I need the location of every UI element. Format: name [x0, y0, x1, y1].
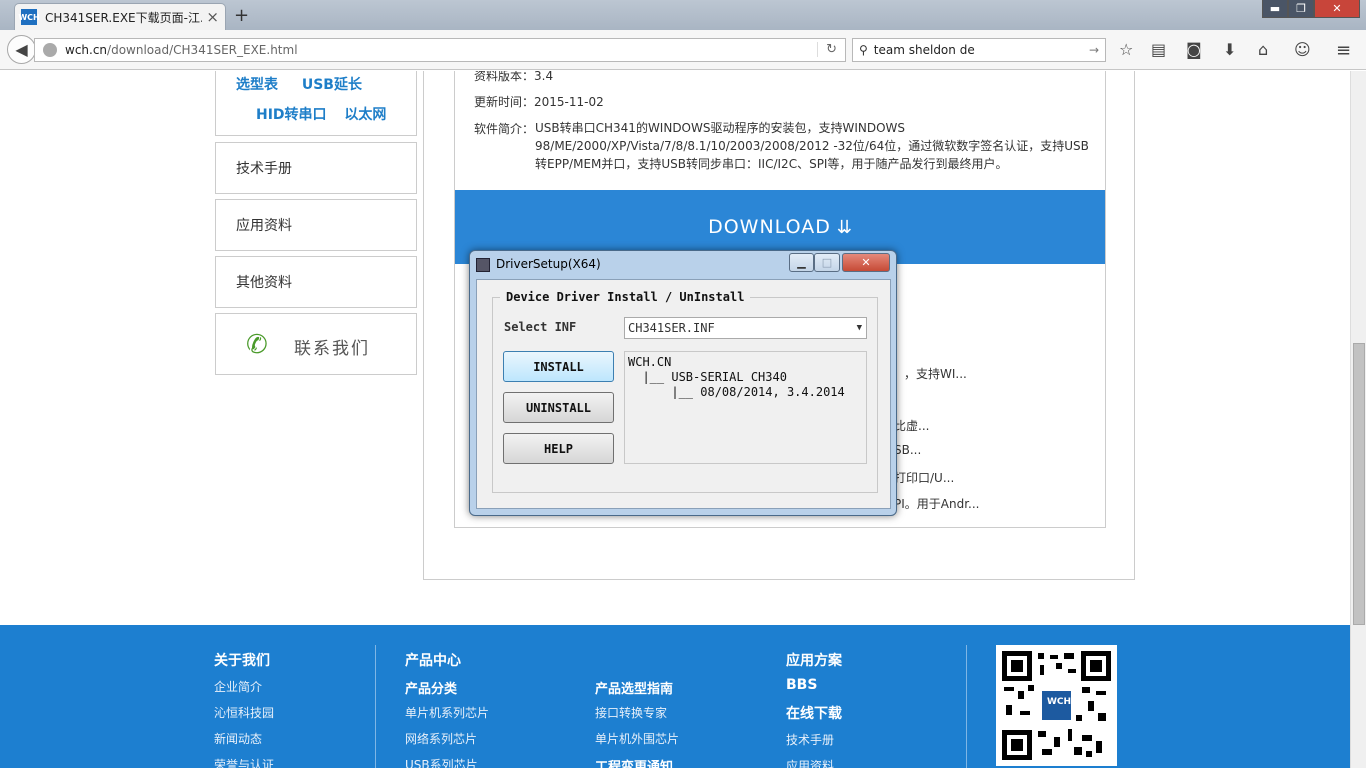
- footer-link[interactable]: 单片机系列芯片: [405, 704, 489, 721]
- browser-navbar: ◀ wch.cn/download/CH341SER_EXE.html ↻ ⚲ …: [0, 30, 1366, 70]
- dialog-title: DriverSetup(X64): [476, 257, 601, 272]
- back-button[interactable]: ◀: [7, 35, 36, 64]
- bookmark-star-icon[interactable]: ☆: [1119, 40, 1133, 59]
- app-icon: [476, 257, 490, 272]
- install-button[interactable]: INSTALL: [503, 351, 614, 382]
- footer-download-link[interactable]: 在线下载: [786, 703, 842, 723]
- reload-icon[interactable]: ↻: [817, 42, 837, 57]
- related-item-text[interactable]: 打印口/U...: [894, 469, 954, 486]
- tab-title: CH341SER.EXE下载页面-江...: [45, 10, 203, 25]
- site-footer: 关于我们 企业简介 沁恒科技园 新闻动态 荣誉与认证 产品中心 产品分类 单片机…: [0, 625, 1350, 768]
- footer-divider: [375, 645, 376, 768]
- driver-info-box: WCH.CN |__ USB-SERIAL CH340 |__ 08/08/20…: [624, 351, 867, 464]
- footer-subheading[interactable]: 产品分类: [405, 678, 457, 697]
- window-minimize-button[interactable]: ▬: [1262, 0, 1288, 18]
- dialog-minimize-button[interactable]: ▁: [789, 253, 814, 272]
- qr-logo: WCH: [1047, 697, 1072, 707]
- select-inf-label: Select INF: [504, 320, 577, 334]
- phone-icon: ✆: [246, 330, 268, 360]
- footer-link[interactable]: 企业简介: [214, 678, 262, 695]
- sidebar-item-label: 应用资料: [236, 218, 292, 234]
- site-info-icon[interactable]: [43, 43, 57, 57]
- new-tab-button[interactable]: +: [234, 5, 249, 26]
- dialog-maximize-button[interactable]: □: [814, 253, 840, 272]
- address-bar[interactable]: wch.cn/download/CH341SER_EXE.html ↻: [34, 38, 846, 62]
- menu-icon[interactable]: ≡: [1336, 40, 1351, 61]
- updated-row: 更新时间：2015-11-02: [474, 95, 604, 109]
- help-button[interactable]: HELP: [503, 433, 614, 464]
- sidebar-item-other[interactable]: 其他资料: [215, 256, 417, 308]
- browser-titlebar: WCH CH341SER.EXE下载页面-江... × + ▬ ❐ ✕: [0, 0, 1366, 30]
- driver-setup-dialog: DriverSetup(X64) ▁ □ ✕ Device Driver Ins…: [469, 250, 897, 516]
- footer-about-heading[interactable]: 关于我们: [214, 650, 270, 670]
- search-icon: ⚲: [859, 43, 868, 57]
- sidebar-item-label: 技术手册: [236, 161, 292, 177]
- download-label: DOWNLOAD: [708, 216, 831, 238]
- download-arrow-icon: ⇊: [836, 216, 852, 238]
- browser-tab-active[interactable]: WCH CH341SER.EXE下载页面-江... ×: [14, 3, 226, 30]
- uninstall-button[interactable]: UNINSTALL: [503, 392, 614, 423]
- search-bar[interactable]: ⚲ team sheldon de →: [852, 38, 1106, 62]
- version-row: 资料版本：3.4: [474, 71, 554, 83]
- scrollbar-thumb[interactable]: [1353, 343, 1365, 625]
- summary-text: USB转串口CH341的WINDOWS驱动程序的安装包，支持WINDOWS 98…: [535, 121, 1089, 171]
- search-go-icon[interactable]: →: [1089, 43, 1099, 57]
- summary-label: 软件简介：: [474, 122, 535, 136]
- related-item-text[interactable]: PI。用于Andr...: [894, 495, 979, 512]
- downloads-icon[interactable]: ⬇: [1223, 40, 1236, 59]
- link-hid-serial[interactable]: HID转串口: [256, 107, 327, 123]
- close-tab-icon[interactable]: ×: [206, 8, 219, 26]
- pocket-icon[interactable]: ◙: [1186, 40, 1202, 59]
- sidebar-item-app-notes[interactable]: 应用资料: [215, 199, 417, 251]
- footer-link[interactable]: 沁恒科技园: [214, 704, 274, 721]
- related-item-text[interactable]: ，支持WI...: [904, 365, 967, 382]
- dialog-close-button[interactable]: ✕: [842, 253, 890, 272]
- hello-icon[interactable]: ☺: [1294, 40, 1311, 59]
- chevron-down-icon: ▼: [856, 323, 862, 333]
- footer-link[interactable]: 应用资料: [786, 757, 834, 768]
- window-close-button[interactable]: ✕: [1314, 0, 1360, 18]
- arrow-left-icon: ◀: [15, 40, 28, 59]
- group-label: Device Driver Install / UnInstall: [500, 290, 751, 304]
- footer-link[interactable]: 荣誉与认证: [214, 756, 274, 768]
- site-favicon: WCH: [18, 9, 40, 25]
- sidebar-item-tech-manual[interactable]: 技术手册: [215, 142, 417, 194]
- sidebar-link-box: 选型表 USB延长 HID转串口 以太网: [215, 71, 417, 136]
- reading-list-icon[interactable]: ▤: [1151, 40, 1166, 59]
- footer-products-heading[interactable]: 产品中心: [405, 650, 461, 670]
- inf-select[interactable]: CH341SER.INF ▼: [624, 317, 867, 339]
- link-ethernet[interactable]: 以太网: [344, 107, 386, 123]
- search-input[interactable]: team sheldon de: [874, 43, 975, 57]
- footer-link[interactable]: 网络系列芯片: [405, 730, 477, 747]
- footer-link[interactable]: 技术手册: [786, 731, 834, 748]
- url-text: wch.cn/download/CH341SER_EXE.html: [65, 43, 298, 57]
- related-item-text[interactable]: 比虚...: [894, 417, 929, 434]
- window-maximize-button[interactable]: ❐: [1288, 0, 1314, 18]
- page-scrollbar[interactable]: [1350, 71, 1366, 768]
- footer-subheading[interactable]: 工程变更通知: [595, 756, 673, 768]
- qr-code: WCH: [996, 645, 1117, 766]
- sidebar-item-label: 其他资料: [236, 275, 292, 291]
- footer-link[interactable]: 单片机外围芯片: [595, 730, 679, 747]
- footer-subheading[interactable]: 产品选型指南: [595, 678, 673, 697]
- footer-bbs-link[interactable]: BBS: [786, 677, 817, 693]
- dialog-body: Device Driver Install / UnInstall Select…: [476, 279, 891, 509]
- footer-divider: [966, 645, 967, 768]
- contact-us-banner[interactable]: ✆ 联系我们: [215, 313, 417, 375]
- link-selection-table[interactable]: 选型表: [236, 77, 278, 93]
- footer-link[interactable]: 接口转换专家: [595, 704, 667, 721]
- link-usb-extend[interactable]: USB延长: [302, 77, 362, 93]
- footer-solutions-heading[interactable]: 应用方案: [786, 650, 842, 670]
- footer-link[interactable]: USB系列芯片: [405, 756, 478, 768]
- related-item-text[interactable]: SB...: [894, 443, 921, 457]
- contact-label: 联系我们: [294, 339, 370, 359]
- home-icon[interactable]: ⌂: [1258, 40, 1268, 59]
- footer-link[interactable]: 新闻动态: [214, 730, 262, 747]
